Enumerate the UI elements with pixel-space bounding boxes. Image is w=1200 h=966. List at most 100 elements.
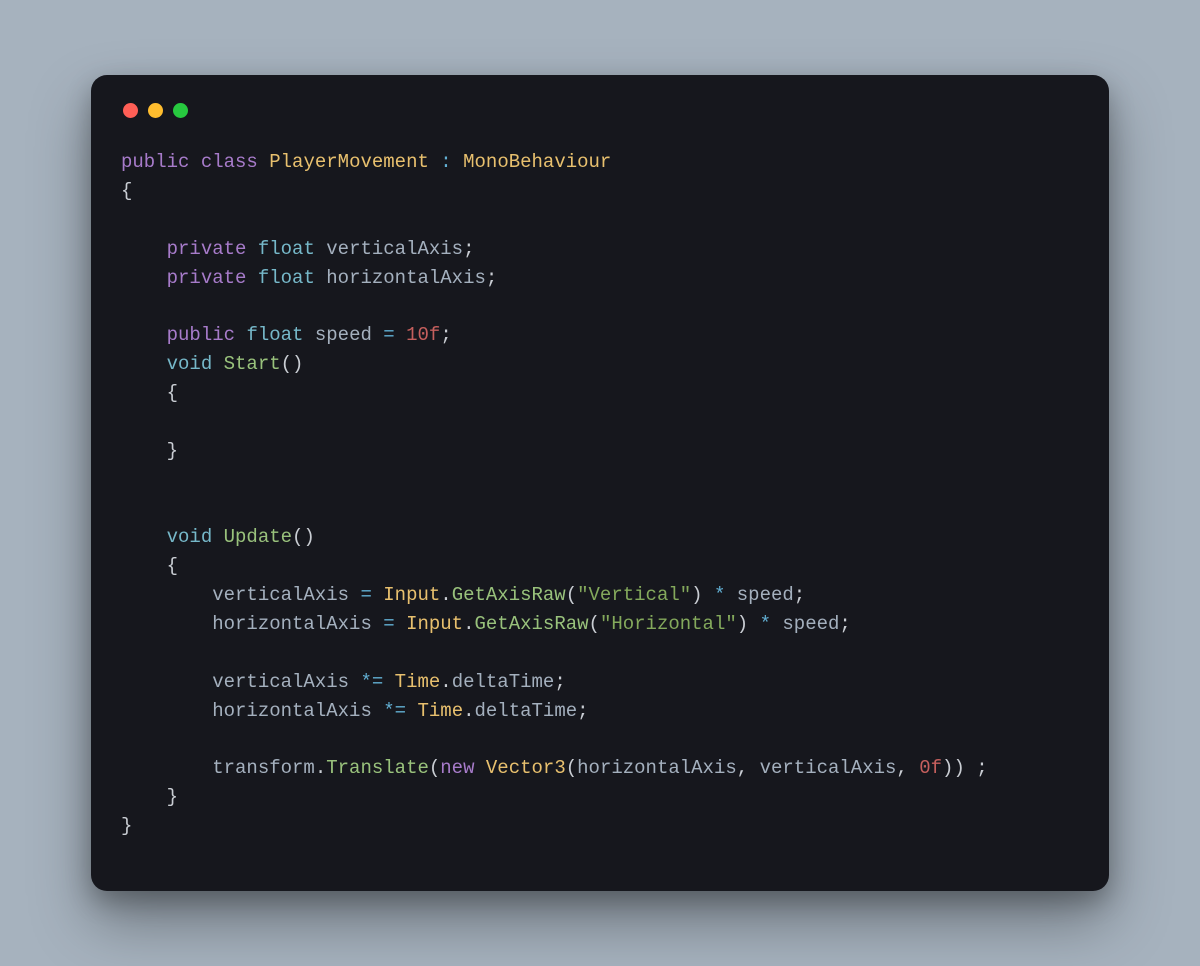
code-token: verticalAxis (326, 238, 463, 260)
code-token (121, 238, 167, 260)
code-token (372, 613, 383, 635)
code-token: { (121, 555, 178, 577)
code-token: ( (589, 613, 600, 635)
code-token: Update (224, 526, 292, 548)
code-token: horizontalAxis (326, 267, 486, 289)
code-token (189, 151, 200, 173)
code-token: , (737, 757, 760, 779)
code-token (121, 267, 167, 289)
code-token: ( (429, 757, 440, 779)
code-token: Input (383, 584, 440, 606)
code-token (349, 671, 360, 693)
code-token: float (258, 238, 315, 260)
code-token: Time (395, 671, 441, 693)
code-token: MonoBehaviour (463, 151, 611, 173)
code-token: speed (737, 584, 794, 606)
code-token: void (167, 526, 213, 548)
code-token: ; (486, 267, 497, 289)
code-token: ( (566, 584, 577, 606)
code-token (372, 584, 383, 606)
code-token: speed (782, 613, 839, 635)
code-token: private (167, 267, 247, 289)
code-token: ; (839, 613, 850, 635)
code-token (475, 757, 486, 779)
code-token: . (463, 613, 474, 635)
code-token: "Horizontal" (600, 613, 737, 635)
code-token: speed (315, 324, 372, 346)
code-token (315, 267, 326, 289)
code-token: { (121, 382, 178, 404)
code-token: verticalAxis (212, 671, 349, 693)
code-token: horizontalAxis (212, 613, 372, 635)
code-token: } (121, 815, 132, 837)
code-token (246, 267, 257, 289)
code-token: public (167, 324, 235, 346)
code-token: *= (383, 700, 406, 722)
minimize-icon[interactable] (148, 103, 163, 118)
code-token: * (760, 613, 771, 635)
code-token (246, 238, 257, 260)
code-token (121, 757, 212, 779)
code-token: ( (566, 757, 577, 779)
code-token (452, 151, 463, 173)
code-token: )) ; (942, 757, 988, 779)
code-token: GetAxisRaw (452, 584, 566, 606)
code-token (121, 324, 167, 346)
code-token (212, 353, 223, 375)
code-window: public class PlayerMovement : MonoBehavi… (91, 75, 1109, 891)
code-token: } (121, 440, 178, 462)
code-token: Vector3 (486, 757, 566, 779)
code-token (121, 353, 167, 375)
code-token: Start (224, 353, 281, 375)
code-token: . (315, 757, 326, 779)
code-token (771, 613, 782, 635)
code-token (258, 151, 269, 173)
code-token (395, 324, 406, 346)
code-token (372, 324, 383, 346)
code-token: : (440, 151, 451, 173)
code-block: public class PlayerMovement : MonoBehavi… (121, 148, 1079, 841)
code-token: = (360, 584, 371, 606)
code-token: horizontalAxis (212, 700, 372, 722)
stage: public class PlayerMovement : MonoBehavi… (0, 0, 1200, 966)
code-token: 0f (919, 757, 942, 779)
code-token (372, 700, 383, 722)
code-token: ; (554, 671, 565, 693)
code-token: . (463, 700, 474, 722)
code-token (121, 700, 212, 722)
code-token: transform (212, 757, 315, 779)
code-token: ) (737, 613, 760, 635)
zoom-icon[interactable] (173, 103, 188, 118)
code-token: ; (440, 324, 451, 346)
code-token: GetAxisRaw (475, 613, 589, 635)
code-token: () (281, 353, 304, 375)
window-titlebar (121, 103, 1079, 118)
code-token: { (121, 180, 132, 202)
code-token: , (896, 757, 919, 779)
code-token: float (258, 267, 315, 289)
code-token (725, 584, 736, 606)
code-token (395, 613, 406, 635)
code-token: ; (463, 238, 474, 260)
code-token: () (292, 526, 315, 548)
code-token: * (714, 584, 725, 606)
code-token (315, 238, 326, 260)
code-token (121, 584, 212, 606)
code-token: *= (360, 671, 383, 693)
code-token (303, 324, 314, 346)
code-token: class (201, 151, 258, 173)
code-token (121, 526, 167, 548)
code-token: horizontalAxis (577, 757, 737, 779)
code-token: = (383, 613, 394, 635)
code-token: ; (794, 584, 805, 606)
code-token: private (167, 238, 247, 260)
code-token (121, 613, 212, 635)
code-token (235, 324, 246, 346)
code-token (429, 151, 440, 173)
code-token: . (440, 584, 451, 606)
close-icon[interactable] (123, 103, 138, 118)
code-token: "Vertical" (577, 584, 691, 606)
code-token: ) (691, 584, 714, 606)
code-token: deltaTime (475, 700, 578, 722)
code-token: Translate (326, 757, 429, 779)
